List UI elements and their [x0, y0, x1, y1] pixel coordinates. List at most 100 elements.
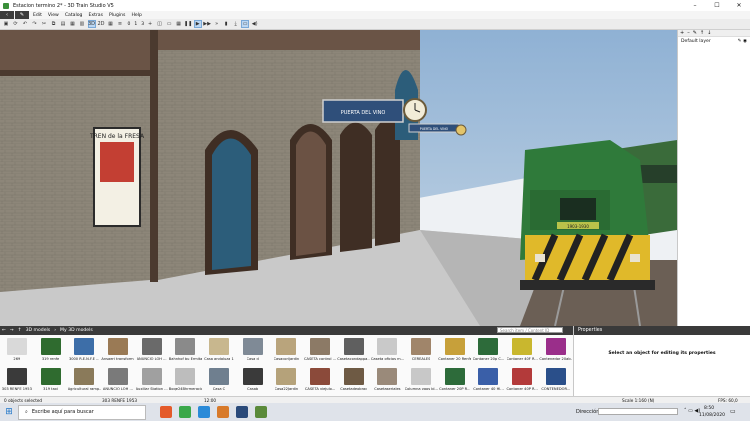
grid-icon[interactable]: ▥	[78, 20, 86, 28]
pause-icon[interactable]: ❚❚	[184, 20, 192, 28]
camera-icon[interactable]: ◫	[156, 20, 164, 28]
app-icon-1[interactable]	[160, 406, 172, 418]
edit-mode-button[interactable]: ✎	[15, 11, 29, 19]
library-item[interactable]: Boqe24Bhrmeracio	[168, 365, 202, 395]
save-icon[interactable]: ▣	[2, 20, 10, 28]
library-item[interactable]: Contaner 40 Hl...	[472, 365, 506, 395]
add-layer-icon[interactable]: +	[680, 30, 684, 36]
library-item[interactable]: CEREALES	[404, 335, 438, 365]
library-item[interactable]: ANUNCIO LOH ...	[101, 365, 135, 395]
library-item[interactable]: Contaner 20p C...	[472, 335, 506, 365]
close-button[interactable]: ✕	[728, 0, 750, 11]
delete-icon[interactable]: ▦	[69, 20, 77, 28]
menu-view[interactable]: View	[45, 13, 62, 18]
remove-layer-icon[interactable]: –	[687, 30, 690, 36]
layers-icon[interactable]: ≡	[116, 20, 124, 28]
undo-icon[interactable]: ↶	[21, 20, 29, 28]
download-icon[interactable]: ⤓	[232, 20, 240, 28]
library-search-input[interactable]: Search item / Content ID	[497, 327, 563, 333]
view-3d-button[interactable]: 3D	[87, 20, 96, 28]
menu-extras[interactable]: Extras	[85, 13, 106, 18]
lib-up-icon[interactable]: ↑	[18, 328, 22, 333]
chrome-icon[interactable]	[179, 406, 191, 418]
library-item[interactable]: Casab	[236, 365, 270, 395]
move-up-icon[interactable]: ↑	[700, 30, 704, 36]
library-item[interactable]: Contenedor 20ab...	[539, 335, 573, 365]
play-icon[interactable]: ▶	[193, 20, 202, 28]
library-item[interactable]: Columna vaos bl...	[404, 365, 438, 395]
lib-forward-icon[interactable]: →	[10, 328, 14, 333]
library-item[interactable]: Ansaeri transform...	[101, 335, 135, 365]
maximize-button[interactable]: ☐	[706, 0, 728, 11]
lib-back-icon[interactable]: ←	[2, 328, 6, 333]
paste-icon[interactable]: ▤	[59, 20, 67, 28]
edge-icon[interactable]	[198, 406, 210, 418]
library-item[interactable]: Casa andaluza 1	[202, 335, 236, 365]
stop-icon[interactable]: ▮	[222, 20, 230, 28]
height-value-1[interactable]: 1	[134, 22, 137, 27]
tray-icons[interactable]: ˄ ▭ ◀)	[684, 408, 700, 414]
minimize-button[interactable]: –	[684, 0, 706, 11]
model-thumbnail	[377, 338, 398, 355]
window-icon[interactable]: ▭	[165, 20, 173, 28]
library-item[interactable]: 319 taxi	[34, 365, 68, 395]
library-item[interactable]: 319 renfe	[34, 335, 68, 365]
library-item[interactable]: CASETA viejulo...	[303, 365, 337, 395]
library-item[interactable]: ANUNCIO LOH ...	[135, 335, 169, 365]
view-mode-icon[interactable]: ▭	[241, 20, 250, 28]
library-item-label: Contaner 40 Hl...	[473, 387, 504, 391]
library-item[interactable]: Casetadeobrac	[337, 365, 371, 395]
library-item[interactable]: 269	[0, 335, 34, 365]
menu-plugins[interactable]: Plugins	[106, 13, 128, 18]
breadcrumb-3d-models[interactable]: 3D models	[26, 328, 51, 333]
height-value-0[interactable]: 0	[128, 22, 131, 27]
sound-icon[interactable]: ◀)	[251, 20, 259, 28]
table-icon[interactable]: ▦	[107, 20, 115, 28]
library-item[interactable]: Casa C	[202, 365, 236, 395]
refresh-icon[interactable]: ⟳	[12, 20, 20, 28]
taskbar-search[interactable]: ⌕ Escribe aquí para buscar	[18, 404, 146, 420]
menu-help[interactable]: Help	[128, 13, 144, 18]
library-item[interactable]: Casacorijardin	[270, 335, 304, 365]
library-item[interactable]: Bahnhof bu Ermita	[168, 335, 202, 365]
back-button[interactable]: ‹	[0, 11, 14, 19]
library-item[interactable]: Contaner 20 Renfe	[438, 335, 472, 365]
library-item[interactable]: 3000 R.E.N.F.E ...	[67, 335, 101, 365]
menu-catalog[interactable]: Catalog	[62, 13, 86, 18]
address-input[interactable]	[598, 408, 678, 415]
library-item[interactable]: Casa d	[236, 335, 270, 365]
layer-item[interactable]: Default layer ✎ ◉	[678, 37, 750, 45]
redo-icon[interactable]: ↷	[31, 20, 39, 28]
app-icon-4[interactable]	[217, 406, 229, 418]
library-item[interactable]: 303 RENFE 1953	[0, 365, 34, 395]
library-item[interactable]: Contaner 40F R...	[505, 335, 539, 365]
train-studio-icon[interactable]	[255, 406, 267, 418]
library-item[interactable]: Contaner 40P R...	[505, 365, 539, 395]
windows-start-icon[interactable]: ⊞	[0, 403, 18, 421]
cut-icon[interactable]: ✂	[40, 20, 48, 28]
library-item[interactable]: Agricultural ramp...	[67, 365, 101, 395]
photoshop-icon[interactable]	[236, 406, 248, 418]
move-down-icon[interactable]: ↓	[707, 30, 711, 36]
add-icon[interactable]: +	[146, 20, 154, 28]
view-2d-button[interactable]: 2D	[97, 20, 105, 28]
3d-viewport[interactable]: TREN de la FRESA PUERTA DEL VINO PUERTA …	[0, 30, 677, 326]
library-item[interactable]: Contaner 20P R...	[438, 365, 472, 395]
breadcrumb-my-models[interactable]: My 3D models	[60, 328, 93, 333]
library-item[interactable]: Casa22Jardin	[270, 365, 304, 395]
edit-layer-icon[interactable]: ✎	[693, 30, 697, 36]
library-item[interactable]: CONTENEDOR...	[539, 365, 573, 395]
library-item[interactable]: Casetacondappa...	[337, 335, 371, 365]
library-item[interactable]: Caseta oficios m...	[371, 335, 405, 365]
notification-icon[interactable]: ▭	[730, 408, 736, 415]
library-item[interactable]: Casetaseriales	[371, 365, 405, 395]
layer-visibility-icon[interactable]: ✎ ◉	[738, 39, 747, 44]
copy-icon[interactable]: ⧉	[50, 20, 58, 28]
faster-icon[interactable]: »	[213, 20, 221, 28]
library-item[interactable]: Auxiliar Station ...	[135, 365, 169, 395]
fast-forward-icon[interactable]: ▶▶	[203, 20, 211, 28]
height-value-3[interactable]: 3	[141, 22, 144, 27]
menu-edit[interactable]: Edit	[30, 13, 45, 18]
grid2-icon[interactable]: ▦	[175, 20, 183, 28]
library-item[interactable]: CASETA control ...	[303, 335, 337, 365]
